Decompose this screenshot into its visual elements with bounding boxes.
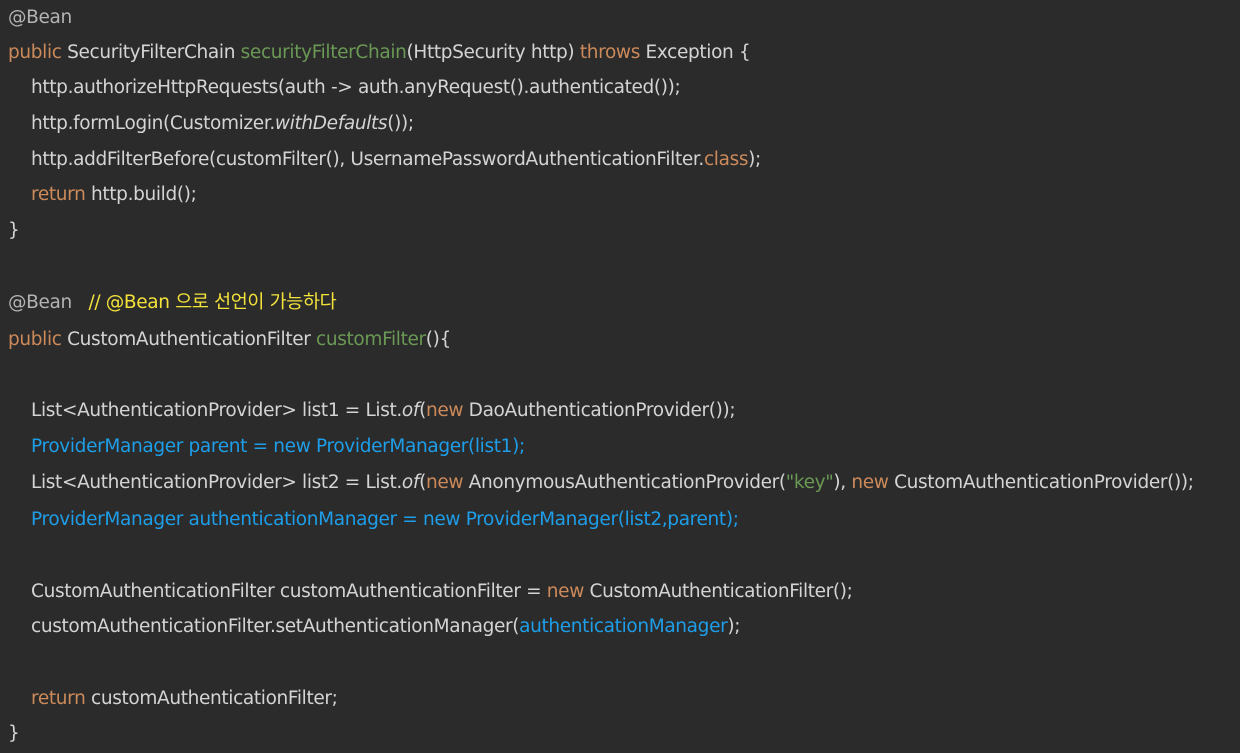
code-token: throws	[579, 42, 641, 63]
code-token: List<AuthenticationProvider> list2 = Lis…	[31, 472, 402, 493]
code-line[interactable]: }	[8, 213, 20, 249]
code-token: authenticationManager	[519, 616, 728, 637]
code-token: ),	[833, 472, 852, 493]
code-token: }	[8, 220, 20, 241]
code-token: customAuthenticationFilter;	[85, 688, 338, 709]
code-token: (	[419, 400, 426, 421]
code-token: ());	[387, 113, 414, 134]
code-token: customAuthenticationFilter.setAuthentica…	[31, 616, 520, 637]
code-token: CustomAuthenticationFilter customAuthent…	[31, 581, 547, 602]
code-token: new	[425, 400, 464, 421]
code-token: withDefaults	[274, 113, 388, 134]
code-editor[interactable]: @Bean public SecurityFilterChain security…	[0, 0, 1240, 753]
code-token: (	[419, 472, 426, 493]
code-token: http.addFilterBefore(customFilter(), Use…	[31, 149, 704, 170]
code-token: CustomAuthenticationFilter();	[584, 581, 853, 602]
code-token: List<AuthenticationProvider> list1 = Lis…	[31, 400, 402, 421]
code-token: return	[31, 184, 86, 205]
code-token: new	[546, 581, 585, 602]
code-token: class	[703, 149, 749, 170]
code-token: AnonymousAuthenticationProvider(	[463, 472, 786, 493]
code-token: Exception {	[640, 42, 751, 63]
code-line[interactable]: http.authorizeHttpRequests(auth -> auth.…	[8, 70, 681, 106]
code-line[interactable]: @Bean	[8, 0, 72, 36]
code-token: (){	[425, 329, 452, 350]
code-token: new	[851, 472, 889, 493]
code-line[interactable]: http.formLogin(Customizer.withDefaults()…	[8, 106, 414, 142]
code-line[interactable]: List<AuthenticationProvider> list1 = Lis…	[8, 393, 736, 429]
code-token: );	[727, 616, 741, 637]
code-token: http.formLogin(Customizer.	[31, 113, 275, 134]
code-token: ProviderManager parent = new ProviderMan…	[31, 436, 525, 457]
code-line[interactable]: customAuthenticationFilter.setAuthentica…	[8, 609, 740, 645]
code-token: DaoAuthenticationProvider());	[463, 400, 736, 421]
code-token: return	[31, 688, 86, 709]
code-token: http.build();	[85, 184, 197, 205]
code-line[interactable]: CustomAuthenticationFilter customAuthent…	[8, 574, 853, 610]
code-token: // @Bean 으로 선언이 가능하다	[88, 292, 337, 313]
code-token: CustomAuthenticationProvider());	[888, 472, 1194, 493]
code-line[interactable]: List<AuthenticationProvider> list2 = Lis…	[8, 465, 1194, 501]
code-token: customFilter	[316, 329, 426, 350]
code-line[interactable]: return http.build();	[8, 177, 197, 213]
code-token: @Bean	[8, 292, 72, 313]
code-token: ProviderManager authenticationManager = …	[31, 509, 739, 530]
code-token: of	[401, 400, 420, 421]
code-line[interactable]: }	[8, 716, 20, 752]
code-line[interactable]: return customAuthenticationFilter;	[8, 681, 338, 717]
code-line[interactable]: http.addFilterBefore(customFilter(), Use…	[8, 142, 761, 178]
code-line[interactable]: public SecurityFilterChain securityFilte…	[8, 35, 751, 71]
code-token: );	[748, 149, 761, 170]
code-line[interactable]: public CustomAuthenticationFilter custom…	[8, 322, 451, 358]
code-line[interactable]: ProviderManager parent = new ProviderMan…	[8, 429, 525, 465]
code-line[interactable]: ProviderManager authenticationManager = …	[8, 502, 739, 538]
code-token: new	[425, 472, 464, 493]
code-line[interactable]: @Bean // @Bean 으로 선언이 가능하다	[8, 285, 337, 321]
code-token: http.authorizeHttpRequests(auth -> auth.…	[31, 77, 681, 98]
code-token: public	[8, 42, 62, 63]
code-token: }	[8, 723, 20, 744]
code-token: securityFilterChain	[240, 42, 407, 63]
code-token: CustomAuthenticationFilter	[61, 329, 317, 350]
code-token: @Bean	[8, 7, 72, 28]
code-token: SecurityFilterChain	[61, 42, 241, 63]
code-token: "key"	[785, 472, 834, 493]
code-token: public	[8, 329, 62, 350]
code-token: of	[401, 472, 420, 493]
code-token: (HttpSecurity http)	[406, 42, 580, 63]
